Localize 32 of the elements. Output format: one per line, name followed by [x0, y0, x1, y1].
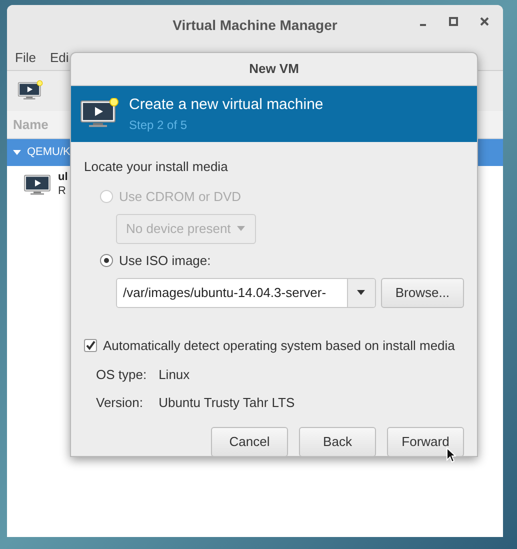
vm-status: R [58, 185, 67, 199]
expander-icon[interactable] [13, 150, 21, 155]
info-label: OS type: [96, 366, 147, 384]
step-indicator: Step 2 of 5 [129, 117, 188, 134]
dropdown-caret-icon [236, 226, 245, 231]
checkbox[interactable] [84, 338, 97, 352]
dialog-button[interactable]: Cancel [211, 427, 288, 457]
close-icon[interactable] [480, 17, 489, 26]
info-value: Ubuntu Trusty Tahr LTS [158, 394, 296, 412]
radio-label: Use ISO image: [119, 252, 211, 270]
checkbox-label: Automatically detect operating system based on install media [103, 336, 455, 355]
vm-icon [23, 172, 53, 198]
pointer-cursor-icon [446, 447, 456, 463]
new-vm-toolbar-icon [17, 80, 43, 102]
menu-item[interactable]: File [15, 48, 36, 68]
maximize-icon[interactable] [449, 17, 458, 26]
window-title: Virtual Machine Manager [172, 16, 338, 35]
section-label: Locate your install media [84, 158, 229, 176]
info-label: Version: [96, 394, 144, 412]
banner-title: Create a new virtual machine [129, 94, 324, 115]
dialog-button[interactable]: Back [299, 427, 376, 457]
vm-name: ul [58, 171, 68, 185]
radio-label: Use CDROM or DVD [119, 188, 242, 206]
column-header: Name [13, 116, 48, 134]
dialog-button[interactable]: Forward [387, 427, 464, 457]
radio-button[interactable] [100, 254, 113, 267]
dialog-title: New VM [249, 60, 299, 78]
connection-name: QEMU/K [27, 145, 70, 160]
info-value: Linux [158, 366, 191, 384]
menu-item[interactable]: Edi [50, 48, 69, 68]
new-vm-icon [79, 98, 119, 130]
browse-button[interactable]: Browse... [380, 278, 464, 308]
